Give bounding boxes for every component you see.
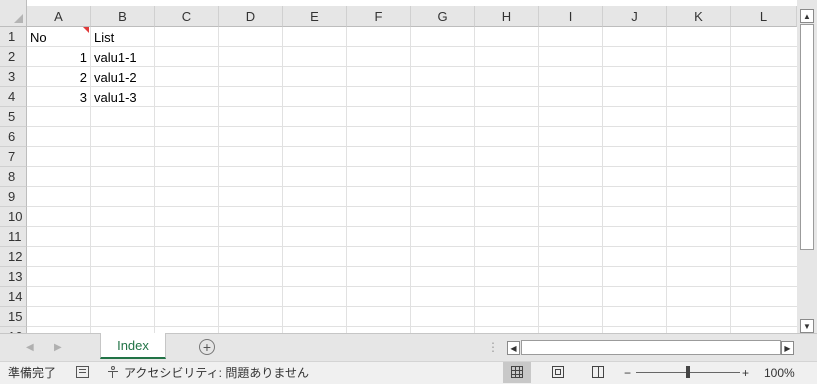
gridline	[27, 186, 797, 187]
gridline	[666, 27, 667, 333]
row-header-13[interactable]: 13	[0, 267, 27, 287]
gridline	[410, 27, 411, 333]
status-ready: 準備完了	[8, 366, 57, 380]
zoom-in-button[interactable]: +	[742, 361, 749, 384]
horizontal-scroll-thumb[interactable]	[521, 340, 781, 355]
column-header-c[interactable]: C	[155, 6, 219, 27]
cell-a3[interactable]: 2	[27, 67, 90, 87]
page-break-view-button[interactable]	[592, 366, 604, 378]
column-header-d[interactable]: D	[219, 6, 283, 27]
cell-b3[interactable]: valu1-2	[91, 67, 154, 87]
gridline	[27, 126, 797, 127]
page-layout-icon	[555, 369, 561, 375]
cell-b2[interactable]: valu1-1	[91, 47, 154, 67]
splitter-handle-icon[interactable]: ⋮	[487, 340, 499, 354]
tab-scroll-left-icon[interactable]: ◀	[26, 342, 34, 353]
row-header-15[interactable]: 15	[0, 307, 27, 327]
comment-indicator[interactable]	[83, 27, 89, 33]
column-header-j[interactable]: J	[603, 6, 667, 27]
row-header-2[interactable]: 2	[0, 47, 27, 67]
cell-b4[interactable]: valu1-3	[91, 87, 154, 107]
row-header-11[interactable]: 11	[0, 227, 27, 247]
zoom-slider-thumb[interactable]	[686, 366, 690, 378]
row-header-5[interactable]: 5	[0, 107, 27, 127]
gridline	[27, 206, 797, 207]
column-header-i[interactable]: I	[539, 6, 603, 27]
gridline	[538, 27, 539, 333]
accessibility-icon[interactable]	[108, 366, 118, 378]
column-header-a[interactable]: A	[27, 6, 91, 27]
gridline	[27, 226, 797, 227]
vertical-scroll-thumb[interactable]	[800, 24, 814, 250]
column-header-g[interactable]: G	[411, 6, 475, 27]
column-header-k[interactable]: K	[667, 6, 731, 27]
accessibility-status[interactable]: アクセシビリティ: 問題ありません	[124, 361, 309, 384]
row-header-14[interactable]: 14	[0, 287, 27, 307]
row-header-8[interactable]: 8	[0, 167, 27, 187]
row-header-3[interactable]: 3	[0, 67, 27, 87]
page-layout-view-button[interactable]	[552, 366, 564, 378]
row-header-7[interactable]: 7	[0, 147, 27, 167]
add-sheet-icon[interactable]: +	[199, 339, 215, 355]
scroll-down-button[interactable]: ▼	[800, 319, 814, 333]
row-header-4[interactable]: 4	[0, 87, 27, 107]
grid-view-icon	[511, 366, 523, 378]
zoom-level[interactable]: 100%	[764, 361, 795, 384]
gridline	[602, 27, 603, 333]
column-header-b[interactable]: B	[91, 6, 155, 27]
gridline	[218, 27, 219, 333]
scroll-left-button[interactable]: ◀	[507, 341, 520, 355]
gridline	[282, 27, 283, 333]
gridline	[27, 326, 797, 327]
gridline	[27, 146, 797, 147]
gridline	[27, 286, 797, 287]
row-header-9[interactable]: 9	[0, 187, 27, 207]
right-arrow-icon: ▶	[784, 343, 791, 353]
gridline	[27, 266, 797, 267]
column-header-e[interactable]: E	[283, 6, 347, 27]
row-header-6[interactable]: 6	[0, 127, 27, 147]
row-header-10[interactable]: 10	[0, 207, 27, 227]
up-arrow-icon: ▲	[803, 11, 811, 21]
gridline	[27, 246, 797, 247]
zoom-out-button[interactable]: −	[624, 361, 631, 384]
gridline	[154, 27, 155, 333]
down-arrow-icon: ▼	[803, 321, 811, 331]
gridline	[346, 27, 347, 333]
spreadsheet-grid[interactable]: A B C D E F G H I J K L 1 2 3 4 5 6 7 8 …	[0, 0, 797, 333]
scroll-right-button[interactable]: ▶	[781, 341, 794, 355]
gridline	[27, 166, 797, 167]
cell-a4[interactable]: 3	[27, 87, 90, 107]
cell-b1[interactable]: List	[91, 27, 154, 47]
tab-scroll-right-icon[interactable]: ▶	[54, 342, 62, 353]
select-all-corner[interactable]	[0, 0, 27, 27]
row-header-1[interactable]: 1	[0, 27, 27, 47]
column-header-h[interactable]: H	[475, 6, 539, 27]
normal-view-button[interactable]	[503, 362, 531, 383]
column-header-f[interactable]: F	[347, 6, 411, 27]
sheet-tab-index[interactable]: Index	[100, 333, 166, 359]
row-header-12[interactable]: 12	[0, 247, 27, 267]
column-header-l[interactable]: L	[731, 6, 797, 27]
macro-record-icon[interactable]	[76, 366, 89, 378]
gridline	[730, 27, 731, 333]
page-break-icon	[598, 367, 599, 377]
cell-a1[interactable]: No	[27, 27, 90, 47]
left-arrow-icon: ◀	[510, 343, 517, 353]
scroll-up-button[interactable]: ▲	[800, 9, 814, 23]
gridline	[27, 306, 797, 307]
gridline	[474, 27, 475, 333]
cell-a2[interactable]: 1	[27, 47, 90, 67]
